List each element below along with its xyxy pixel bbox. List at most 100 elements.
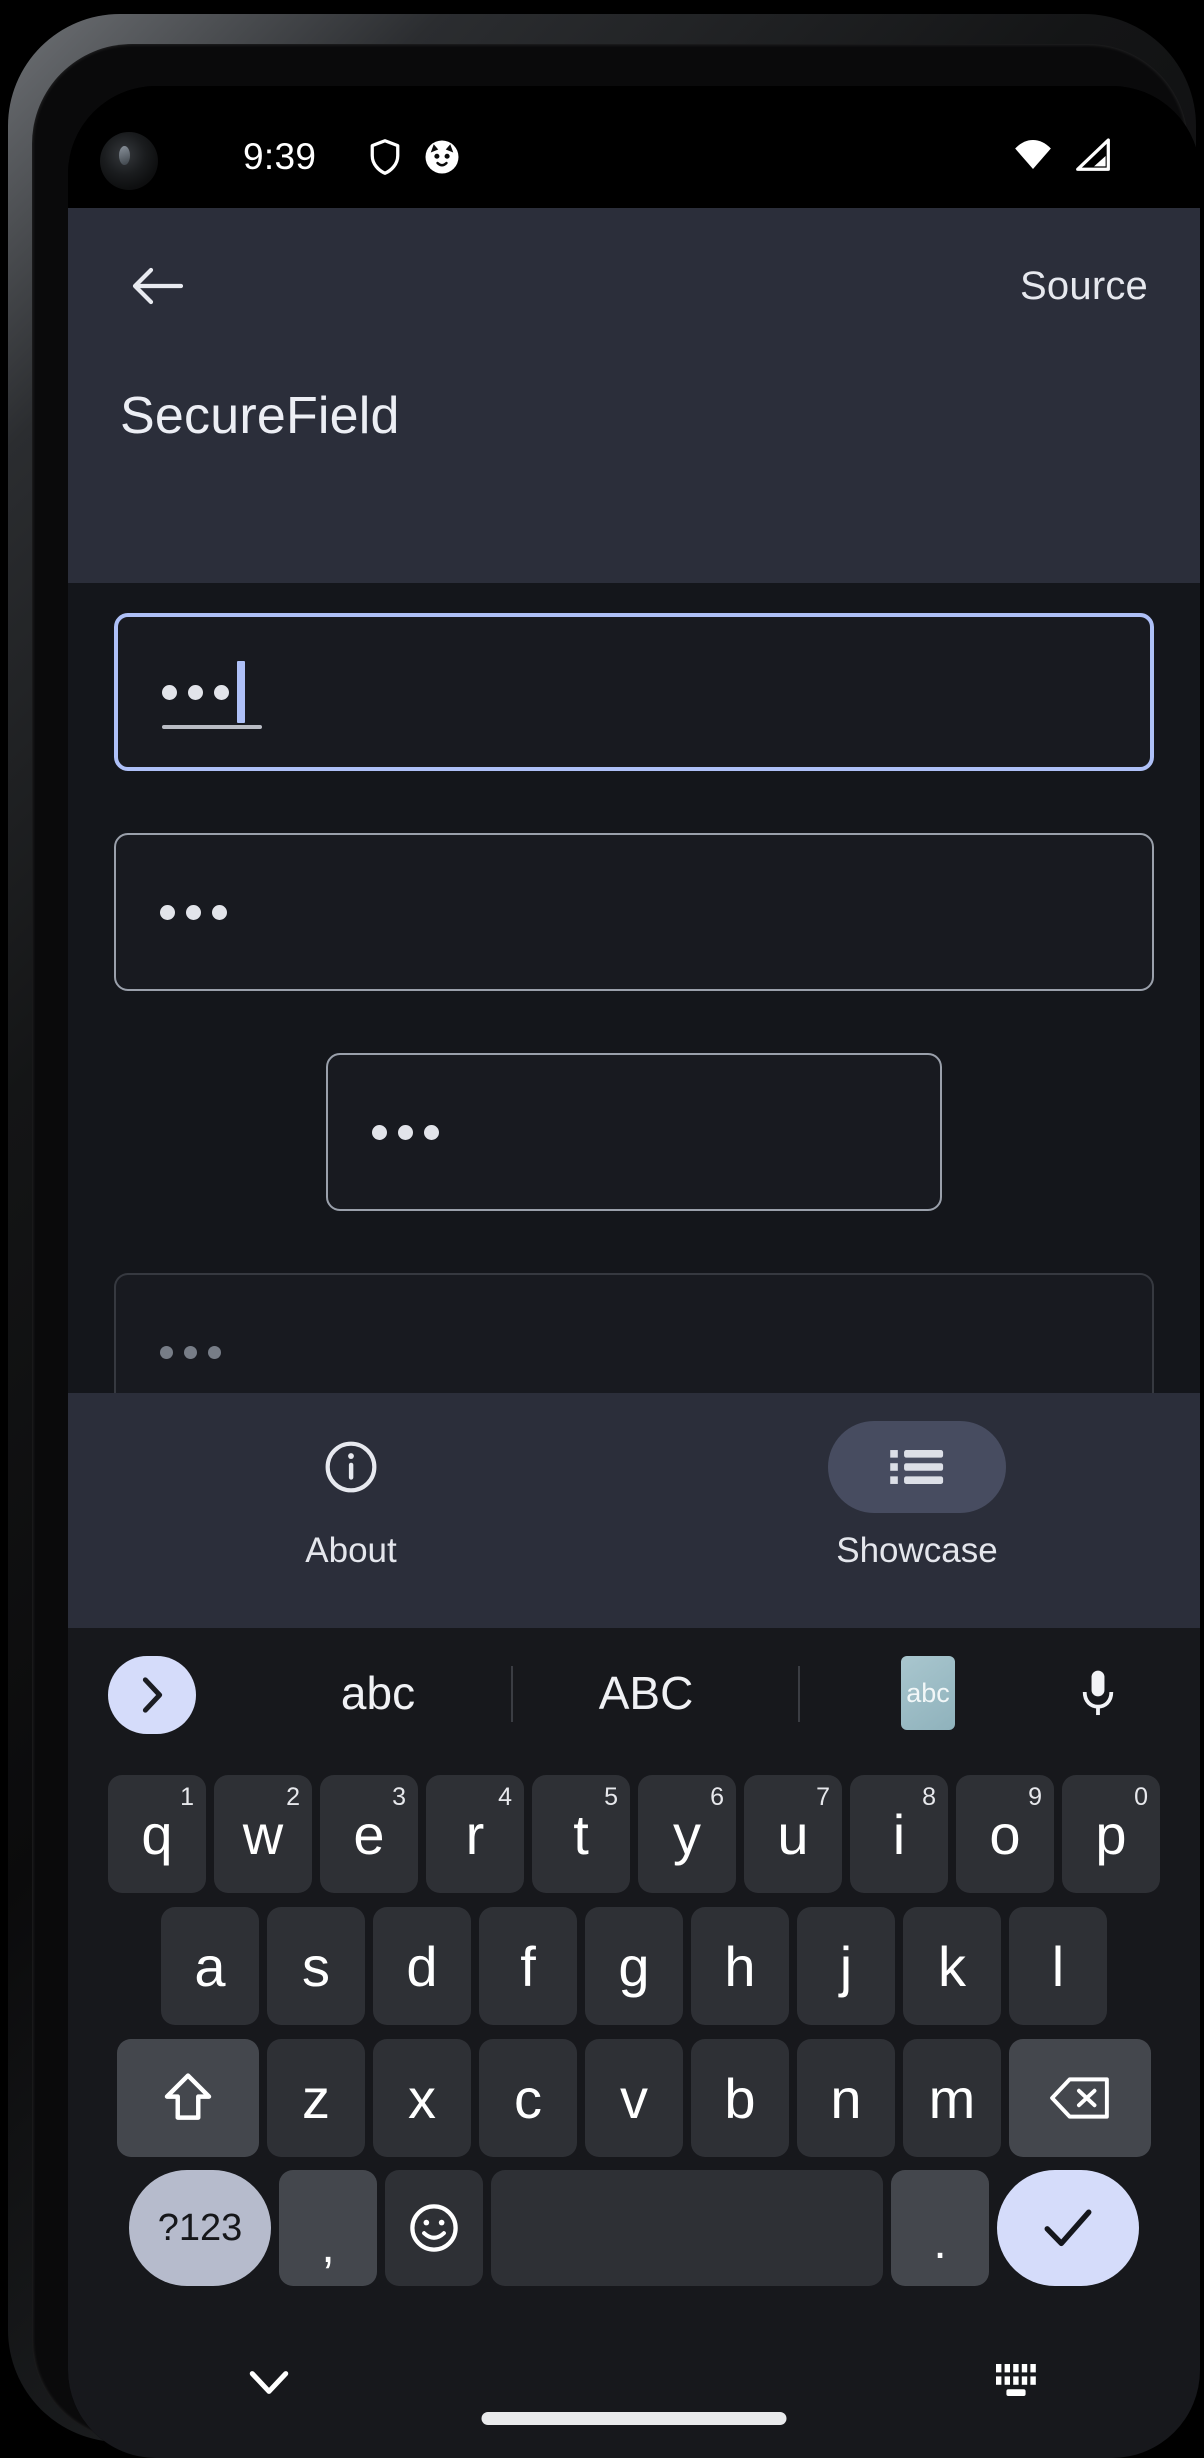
key-o[interactable]: 9o [956, 1775, 1054, 1893]
suggestion-ABC[interactable]: ABC [526, 1628, 766, 1758]
key-r[interactable]: 4r [426, 1775, 524, 1893]
numeric-mode-key[interactable]: ?123 [129, 2170, 271, 2286]
backspace-key[interactable] [1009, 2039, 1151, 2157]
key-label: o [989, 1802, 1021, 1866]
mask-dot [160, 904, 175, 920]
key-m[interactable]: m [903, 2039, 1001, 2157]
secure-field-focused[interactable] [114, 613, 1154, 771]
key-label: y [673, 1802, 701, 1866]
emoji-key[interactable] [385, 2170, 483, 2286]
mask-dot [188, 684, 203, 700]
key-q[interactable]: 1q [108, 1775, 206, 1893]
status-bar-clock: 9:39 [243, 136, 317, 177]
phone-body: 9:39 Source SecureField About Showcase a… [8, 14, 1200, 2458]
screenshot-root: 9:39 Source SecureField About Showcase a… [0, 0, 1204, 2458]
key-n[interactable]: n [797, 2039, 895, 2157]
key-g[interactable]: g [585, 1907, 683, 2025]
mask-dot [424, 1124, 439, 1140]
arrow-left-icon [131, 264, 183, 308]
text-selection-handle[interactable] [162, 725, 262, 729]
back-button[interactable] [120, 249, 194, 323]
shift-key[interactable] [117, 2039, 259, 2157]
mask-dot [184, 1345, 197, 1359]
key-t[interactable]: 5t [532, 1775, 630, 1893]
secure-field-enabled[interactable] [114, 833, 1154, 991]
clipboard-abc-badge: abc [901, 1656, 955, 1730]
space-key[interactable] [491, 2170, 883, 2286]
comma-key[interactable]: , [279, 2170, 377, 2286]
key-sup: 2 [286, 1783, 300, 1811]
key-x[interactable]: x [373, 2039, 471, 2157]
key-sup: 7 [816, 1783, 830, 1811]
voice-input-button[interactable] [1023, 1628, 1173, 1758]
system-navigation-bar [68, 2328, 1200, 2458]
cellular-signal-icon [1074, 138, 1112, 172]
source-link[interactable]: Source [1020, 264, 1148, 309]
microphone-icon [1079, 1667, 1117, 1719]
key-v[interactable]: v [585, 2039, 683, 2157]
clipboard-suggestion[interactable]: abc [828, 1628, 1028, 1758]
secure-field-masked-value [372, 1124, 439, 1140]
virtual-keyboard: abc ABC abc 1 q 2 w 3 e 4 r 5 t 6 y 7 u … [68, 1628, 1200, 2328]
key-sup: 4 [498, 1783, 512, 1811]
period-key[interactable]: . [891, 2170, 989, 2286]
keyboard-row-1: 1q 2w 3e 4r 5t 6y 7u 8i 9o 0p [68, 1772, 1200, 1896]
keyboard-row-3: z x c v b n m [68, 2036, 1200, 2160]
bottom-navigation-bar: About Showcase [68, 1393, 1200, 1628]
backspace-icon [1049, 2074, 1111, 2122]
key-i[interactable]: 8i [850, 1775, 948, 1893]
nav-item-about[interactable]: About [68, 1393, 634, 1571]
switch-keyboard-button[interactable] [992, 2360, 1040, 2404]
wifi-icon [1012, 138, 1054, 172]
expand-toolbar-button[interactable] [108, 1656, 196, 1734]
app-bar-actions: Source [68, 236, 1200, 336]
key-a[interactable]: a [161, 1907, 259, 2025]
key-s[interactable]: s [267, 1907, 365, 2025]
home-indicator[interactable] [481, 2412, 787, 2425]
key-label: r [465, 1802, 485, 1866]
chevron-right-icon [138, 1676, 166, 1714]
key-w[interactable]: 2w [214, 1775, 312, 1893]
key-u[interactable]: 7u [744, 1775, 842, 1893]
secure-field-narrow[interactable] [326, 1053, 942, 1211]
key-sup: 6 [710, 1783, 724, 1811]
phone-bezel: 9:39 Source SecureField About Showcase a… [32, 44, 1200, 2458]
key-label: q [141, 1802, 173, 1866]
mask-dot [398, 1124, 413, 1140]
key-p[interactable]: 0p [1062, 1775, 1160, 1893]
mask-dot [214, 684, 229, 700]
mask-dot [186, 904, 201, 920]
suggestion-abc[interactable]: abc [258, 1628, 498, 1758]
page-title: SecureField [120, 387, 400, 445]
nav-pill-about [262, 1421, 440, 1513]
front-camera [100, 132, 158, 190]
shift-arrow-up-icon [160, 2070, 216, 2126]
key-y[interactable]: 6y [638, 1775, 736, 1893]
key-d[interactable]: d [373, 1907, 471, 2025]
info-circle-icon [323, 1439, 379, 1495]
key-j[interactable]: j [797, 1907, 895, 2025]
key-k[interactable]: k [903, 1907, 1001, 2025]
nav-pill-showcase [828, 1421, 1006, 1513]
key-f[interactable]: f [479, 1907, 577, 2025]
emoji-smiley-icon [407, 2201, 461, 2255]
key-e[interactable]: 3e [320, 1775, 418, 1893]
hide-keyboard-button[interactable] [246, 2364, 292, 2400]
status-bar-notification-icons [368, 138, 460, 176]
key-sup: 5 [604, 1783, 618, 1811]
keyboard-suggestion-bar: abc ABC abc [68, 1628, 1200, 1758]
key-c[interactable]: c [479, 2039, 577, 2157]
nav-label-about: About [305, 1531, 397, 1570]
enter-key[interactable] [997, 2170, 1139, 2286]
keyboard-row-2: a s d f g h j k l [68, 1904, 1200, 2028]
showcase-content [68, 583, 1200, 1393]
secure-field-masked-value [160, 904, 227, 920]
key-h[interactable]: h [691, 1907, 789, 2025]
mask-dot [372, 1124, 387, 1140]
nav-item-showcase[interactable]: Showcase [634, 1393, 1200, 1571]
mask-dot [212, 904, 227, 920]
cat-face-icon [424, 139, 460, 175]
key-b[interactable]: b [691, 2039, 789, 2157]
key-l[interactable]: l [1009, 1907, 1107, 2025]
key-z[interactable]: z [267, 2039, 365, 2157]
